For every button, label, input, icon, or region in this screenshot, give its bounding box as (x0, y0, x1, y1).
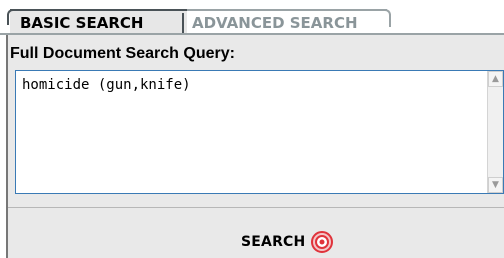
chevron-down-icon[interactable]: ▼ (488, 177, 503, 193)
query-textarea-container: homicide (gun,knife) ▲ ▼ (15, 70, 504, 194)
tab-advanced-search-label: ADVANCED SEARCH (192, 14, 358, 32)
query-label: Full Document Search Query: (10, 45, 235, 62)
search-button-label: SEARCH (241, 234, 306, 250)
tab-basic-search[interactable]: BASIC SEARCH (7, 9, 187, 35)
chevron-up-icon[interactable]: ▲ (488, 71, 503, 87)
search-tabs: BASIC SEARCH ADVANCED SEARCH (0, 0, 504, 35)
search-button[interactable]: SEARCH (241, 230, 334, 254)
tab-advanced-search[interactable]: ADVANCED SEARCH (187, 9, 391, 34)
textarea-scrollbar[interactable]: ▲ ▼ (487, 71, 503, 193)
divider (8, 207, 504, 208)
target-icon (311, 231, 334, 253)
query-textarea[interactable]: homicide (gun,knife) (16, 71, 488, 193)
tab-basic-search-label: BASIC SEARCH (20, 14, 144, 32)
